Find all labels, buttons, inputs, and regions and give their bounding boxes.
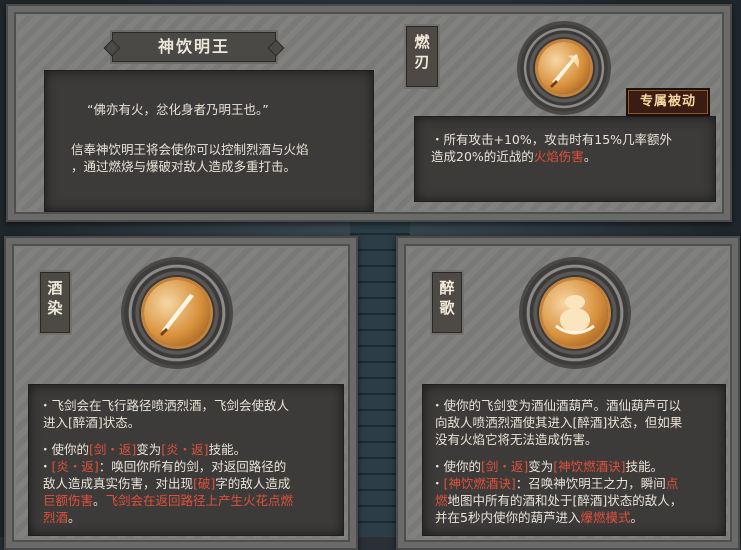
faction-description-line1: 信奉神饮明王将会使你可以控制烈酒与火焰 <box>71 142 309 157</box>
skill-tag-char1: 燃 <box>414 33 430 51</box>
fire-damage-highlight: 火焰伤害 <box>533 149 584 164</box>
right-bullet2: ・使你的[剑・返]变为[神饮燃酒诀]技能。 <box>431 459 664 474</box>
skill-panel-zuige: 醉 歌 ・使你的飞剑变为酒仙酒葫芦。酒仙葫芦可以 向敌人喷洒烈酒使其进入[醉酒]… <box>396 236 740 550</box>
skill-tag-char2: 染 <box>47 299 63 317</box>
passive-description-box: ・所有攻击+10%，攻击时有15%几率额外 造成20%的近战的火焰伤害。 <box>414 116 716 202</box>
passive-medal[interactable] <box>520 24 608 112</box>
skill-medal-right[interactable] <box>522 260 628 366</box>
skill-tag-char2: 歌 <box>439 299 455 317</box>
left-bullet1-line2: 进入[醉酒]状态。 <box>43 415 141 430</box>
faction-quote: “佛亦有火，忿化身者乃明王也。” <box>87 102 269 117</box>
right-bullet1-line1: ・使你的飞剑变为酒仙酒葫芦。酒仙葫芦可以 <box>431 398 682 413</box>
left-bullet2: ・使你的[剑・返]变为[炎・返]技能。 <box>39 442 247 457</box>
skill-description-box-right: ・使你的飞剑变为酒仙酒葫芦。酒仙葫芦可以 向敌人喷洒烈酒使其进入[醉酒]状态，但… <box>422 384 726 536</box>
faction-description-box: “佛亦有火，忿化身者乃明王也。” 信奉神饮明王将会使你可以控制烈酒与火焰 ，通过… <box>44 70 374 212</box>
faction-title: 神饮明王 <box>157 37 230 56</box>
left-bullet1-line1: ・飞剑会在飞行路径喷洒烈酒，飞剑会使敌人 <box>39 398 290 413</box>
left-bullet3-line2: 敌人造成真实伤害，对出现[破]字的敌人造成 <box>43 476 291 491</box>
passive-line2: 造成20%的近战的火焰伤害。 <box>431 149 597 164</box>
flaming-sword-icon <box>538 42 590 94</box>
right-bullet1-line2: 向敌人喷洒烈酒使其进入[醉酒]状态，但如果 <box>435 415 683 430</box>
faction-panel: 神饮明王 “佛亦有火，忿化身者乃明王也。” 信奉神饮明王将会使你可以控制烈酒与火… <box>6 4 732 222</box>
skill-tag-醉歌: 醉 歌 <box>432 272 462 333</box>
passive-line1: ・所有攻击+10%，攻击时有15%几率额外 <box>431 132 673 147</box>
faction-title-banner: 神饮明王 <box>112 32 276 62</box>
skill-tag-char1: 酒 <box>47 279 63 297</box>
right-bullet3-line1: ・[神饮燃酒诀]：召唤神饮明王之力，瞬间点 <box>431 476 679 491</box>
exclusive-passive-badge: 专属被动 <box>628 90 708 114</box>
skill-tag-燃刃: 燃 刃 <box>406 26 438 87</box>
skill-tag-char1: 醉 <box>439 279 455 297</box>
skill-description-box-left: ・飞剑会在飞行路径喷洒烈酒，飞剑会使敌人 进入[醉酒]状态。 ・使你的[剑・返]… <box>28 384 344 536</box>
skill-tag-char2: 刃 <box>414 53 430 71</box>
right-bullet3-line2: 燃地图中所有的酒和处于[醉酒]状态的敌人， <box>435 493 683 508</box>
skill-panel-jiuran: 酒 染 ・飞剑会在飞行路径喷洒烈酒，飞剑会使敌人 进入[醉酒]状态。 ・使你的[… <box>4 236 358 550</box>
skill-tag-酒染: 酒 染 <box>40 272 70 333</box>
right-bullet1-line3: 没有火焰它将无法造成伤害。 <box>435 432 598 447</box>
right-bullet3-line3: 并在5秒内使你的葫芦进入爆燃模式。 <box>435 510 643 525</box>
wine-gourd-icon <box>542 280 608 346</box>
left-bullet3-line1: ・[炎・返]：唤回你所有的剑，对返回路径的 <box>39 459 287 474</box>
faction-description-line2: ，通过燃烧与爆破对敌人造成多重打击。 <box>71 159 297 174</box>
skill-medal-left[interactable] <box>124 260 230 366</box>
sword-icon <box>144 280 210 346</box>
left-bullet3-line3: 巨额伤害。飞剑会在返回路径上产生火花点燃 <box>43 493 294 508</box>
left-bullet3-line4: 烈酒。 <box>43 510 81 525</box>
